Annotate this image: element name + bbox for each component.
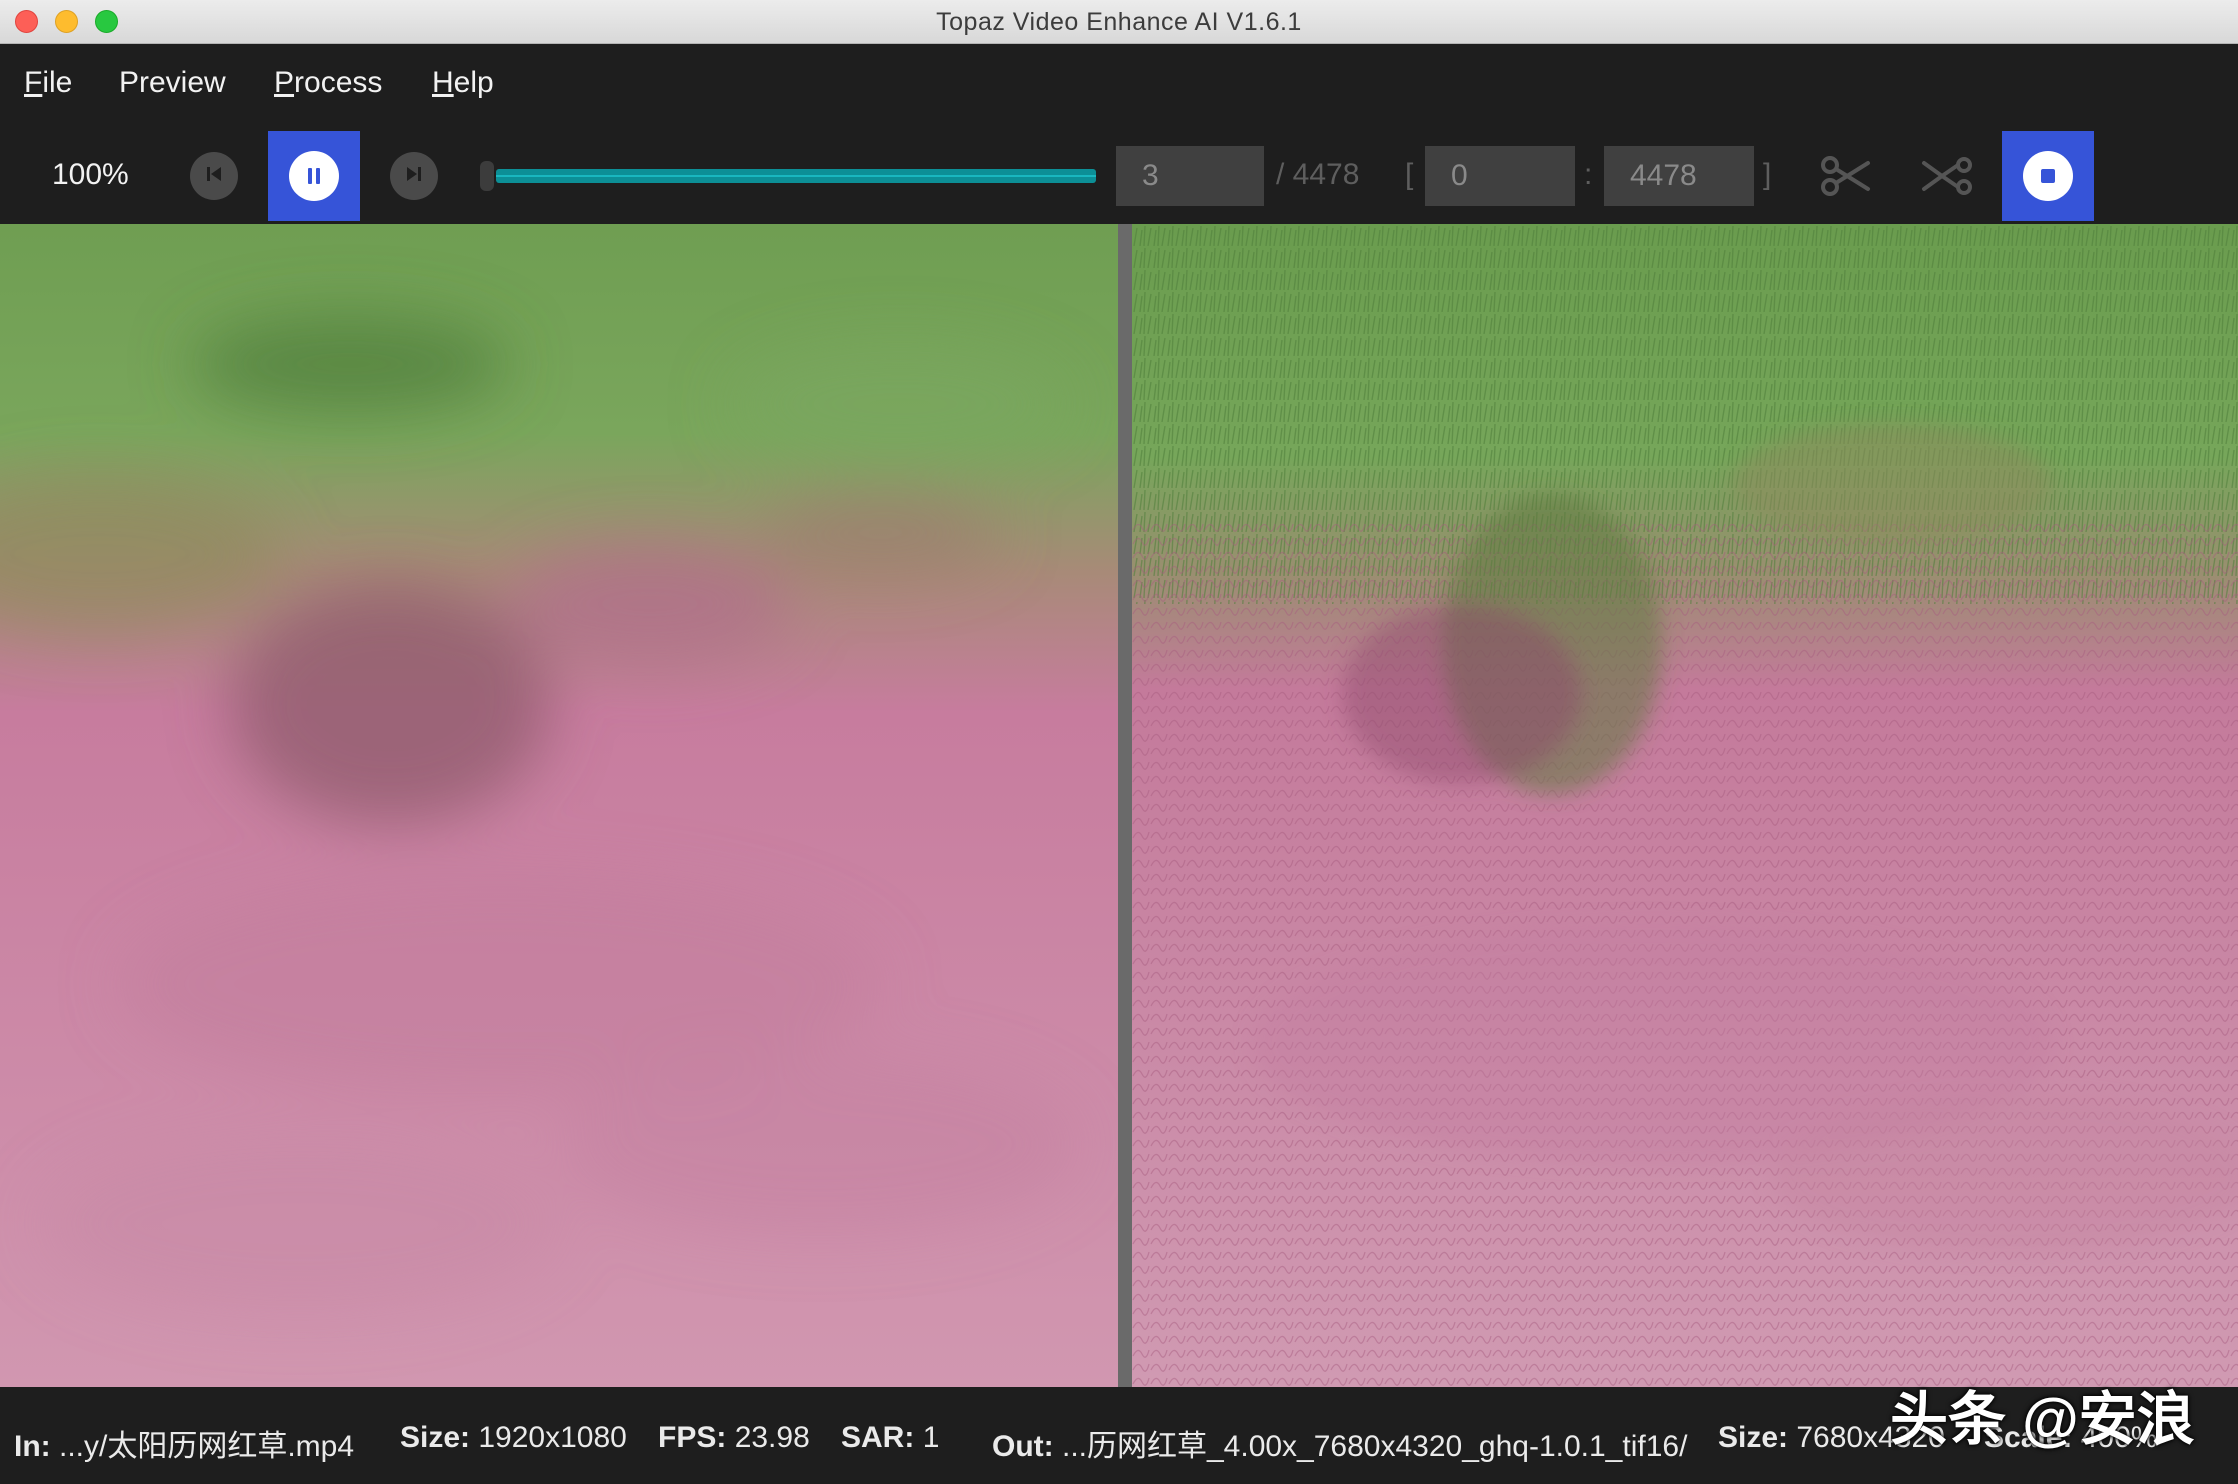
fps-value: 23.98 [734, 1421, 810, 1454]
split-view-divider[interactable] [1118, 224, 1132, 1387]
menu-process[interactable]: Process [274, 66, 382, 100]
input-file-info: In: ...y/太阳历网红草.mp4 [14, 1421, 354, 1465]
input-file-name: ...y/太阳历网红草.mp4 [59, 1430, 355, 1463]
current-frame-input[interactable]: 3 [1116, 146, 1264, 206]
output-size-label: Size: [1718, 1421, 1789, 1454]
next-frame-button[interactable] [390, 152, 438, 200]
input-size-value: 1920x1080 [478, 1421, 627, 1454]
play-pause-button[interactable] [268, 131, 360, 221]
menu-file-label: ile [42, 66, 73, 99]
menu-preview-label: Preview [119, 66, 226, 99]
fps-label: FPS: [658, 1421, 727, 1454]
timeline-slider[interactable] [480, 157, 1096, 193]
timeline-handle[interactable] [480, 161, 494, 191]
input-label: In: [14, 1430, 51, 1463]
menu-bar: File Preview Process Help [0, 44, 2238, 127]
timeline-progress [496, 169, 1096, 183]
menu-process-label: rocess [294, 66, 383, 99]
sar-label: SAR: [841, 1421, 915, 1454]
range-separator: : [1584, 158, 1593, 191]
input-size-info: Size: 1920x1080 [400, 1421, 627, 1455]
menu-help-mnemonic: H [432, 66, 454, 99]
menu-file-mnemonic: F [24, 66, 43, 99]
stop-icon [2023, 151, 2073, 201]
cut-range-icon [1920, 157, 1976, 205]
watermark: 头条 @安浪 [1890, 1387, 2195, 1452]
range-open-bracket: [ [1405, 158, 1414, 191]
cut-range-button[interactable] [1920, 151, 1976, 201]
menu-help[interactable]: Help [432, 66, 494, 100]
previous-frame-button[interactable] [190, 152, 238, 200]
menu-help-label: elp [453, 66, 494, 99]
total-frames-label: / 4478 [1276, 158, 1360, 191]
output-file-name: ...历网红草_4.00x_7680x4320_ghq-1.0.1_tif16/ [1061, 1430, 1688, 1463]
range-close-bracket: ] [1763, 158, 1772, 191]
pause-icon [289, 151, 339, 201]
timeline-track[interactable] [496, 169, 1096, 183]
sar-info: SAR: 1 [841, 1421, 939, 1455]
zoom-level[interactable]: 100% [52, 158, 129, 192]
range-end-input[interactable]: 4478 [1604, 146, 1754, 206]
cut-button[interactable] [1818, 151, 1874, 201]
scissors-icon [1818, 156, 1874, 205]
stop-button[interactable] [2002, 131, 2094, 221]
playback-toolbar: 100% 3 / 4478 [ 0 : 4478 ] [0, 127, 2238, 224]
menu-process-mnemonic: P [274, 66, 295, 99]
sar-value: 1 [922, 1421, 940, 1454]
menu-preview[interactable]: Preview [119, 66, 226, 100]
output-label: Out: [992, 1430, 1054, 1463]
input-size-label: Size: [400, 1421, 471, 1454]
enhanced-video-preview[interactable] [1132, 224, 2238, 1387]
menu-file[interactable]: File [24, 66, 72, 100]
range-start-input[interactable]: 0 [1425, 146, 1575, 206]
original-video-preview[interactable] [0, 224, 1118, 1387]
skip-back-icon [202, 162, 226, 191]
window-titlebar: Topaz Video Enhance AI V1.6.1 [0, 0, 2238, 44]
output-file-info: Out: ...历网红草_4.00x_7680x4320_ghq-1.0.1_t… [992, 1421, 1687, 1465]
fps-info: FPS: 23.98 [658, 1421, 810, 1455]
skip-forward-icon [402, 162, 426, 191]
window-title: Topaz Video Enhance AI V1.6.1 [936, 8, 1302, 36]
